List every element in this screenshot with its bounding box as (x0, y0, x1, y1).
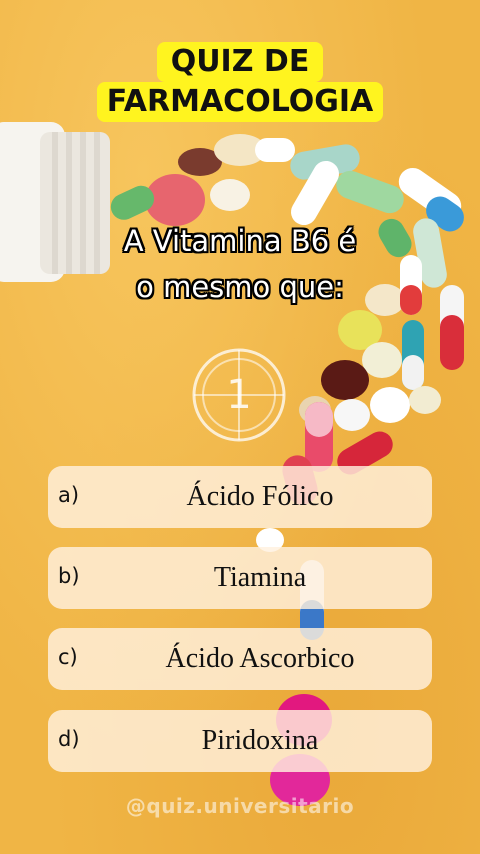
answer-option-d[interactable]: d) Piridoxina (48, 710, 432, 772)
title-line-1: QUIZ DE (156, 42, 324, 82)
countdown-timer: 1 (191, 347, 287, 443)
answer-option-c[interactable]: c) Ácido Ascorbico (48, 628, 432, 690)
question-line-1: A Vitamina B6 é (123, 224, 357, 258)
answer-letter: d) (58, 727, 80, 751)
answer-text: Piridoxina (201, 725, 319, 756)
answer-text: Ácido Fólico (186, 481, 334, 512)
answer-option-a[interactable]: a) Ácido Fólico (48, 466, 432, 528)
answer-text: Ácido Ascorbico (165, 643, 355, 674)
account-watermark: @quiz.universitario (125, 794, 355, 818)
quiz-title: QUIZ DE FARMACOLOGIA (65, 42, 415, 122)
answer-letter: b) (58, 564, 80, 588)
answer-letter: c) (58, 645, 78, 669)
question-text: A Vitamina B6 é o mesmo que: (60, 218, 420, 310)
quiz-screen: QUIZ DE FARMACOLOGIA A Vitamina B6 é o m… (0, 0, 480, 854)
answer-text: Tiamina (213, 562, 307, 593)
answer-letter: a) (58, 483, 80, 507)
answer-option-b[interactable]: b) Tiamina (48, 547, 432, 609)
question-line-2: o mesmo que: (136, 270, 344, 304)
title-line-2: FARMACOLOGIA (96, 82, 384, 122)
timer-number: 1 (226, 372, 252, 418)
